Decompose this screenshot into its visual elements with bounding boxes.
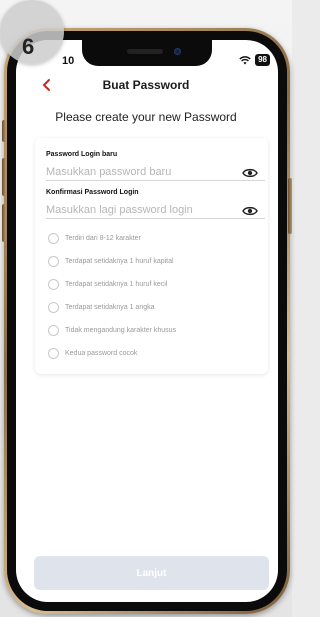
volume-up-button (2, 158, 6, 196)
rule-text: Terdiri dari 8-12 karakter (65, 235, 141, 242)
status-icons: 98 (239, 54, 270, 66)
password-form-card: Password Login baru Konfirmasi Password … (35, 138, 268, 374)
eye-icon[interactable] (242, 205, 258, 217)
rule-item: Terdapat setidaknya 1 huruf kapital (48, 256, 174, 267)
rule-check-icon (48, 279, 59, 290)
notch (82, 40, 212, 66)
rule-item: Terdapat setidaknya 1 angka (48, 302, 155, 313)
new-password-input[interactable] (46, 163, 265, 181)
page-subtitle: Please create your new Password (55, 110, 237, 124)
power-button (288, 178, 292, 234)
rule-item: Kedua password cocok (48, 348, 137, 359)
rule-text: Tidak mengandung karakter khusus (65, 327, 177, 334)
rule-check-icon (48, 302, 59, 313)
rule-text: Terdapat setidaknya 1 huruf kecil (65, 281, 168, 288)
rule-item: Terdapat setidaknya 1 huruf kecil (48, 279, 167, 290)
new-password-label: Password Login baru (46, 151, 118, 158)
volume-down-button (2, 204, 6, 242)
next-button[interactable]: Lanjut (34, 556, 269, 590)
step-number: 6 (22, 34, 35, 59)
confirm-password-label: Konfirmasi Password Login (46, 189, 139, 196)
rule-check-icon (48, 348, 59, 359)
rule-text: Terdapat setidaknya 1 angka (65, 304, 155, 311)
rule-text: Kedua password cocok (65, 350, 138, 357)
wifi-icon (239, 56, 251, 65)
eye-icon[interactable] (242, 167, 258, 179)
rule-check-icon (48, 325, 59, 336)
step-badge: 6 (0, 0, 64, 64)
rule-item: Tidak mengandung karakter khusus (48, 325, 176, 336)
confirm-password-input[interactable] (46, 201, 265, 219)
battery-indicator: 98 (255, 54, 270, 66)
page-title: Buat Password (102, 78, 190, 92)
rule-text: Terdapat setidaknya 1 huruf kapital (65, 258, 174, 265)
camera-icon (174, 48, 181, 55)
rule-check-icon (48, 256, 59, 267)
status-time: 10 (62, 55, 75, 67)
rule-item: Terdiri dari 8-12 karakter (48, 233, 141, 244)
speaker-grille (127, 49, 163, 54)
rule-check-icon (48, 233, 59, 244)
